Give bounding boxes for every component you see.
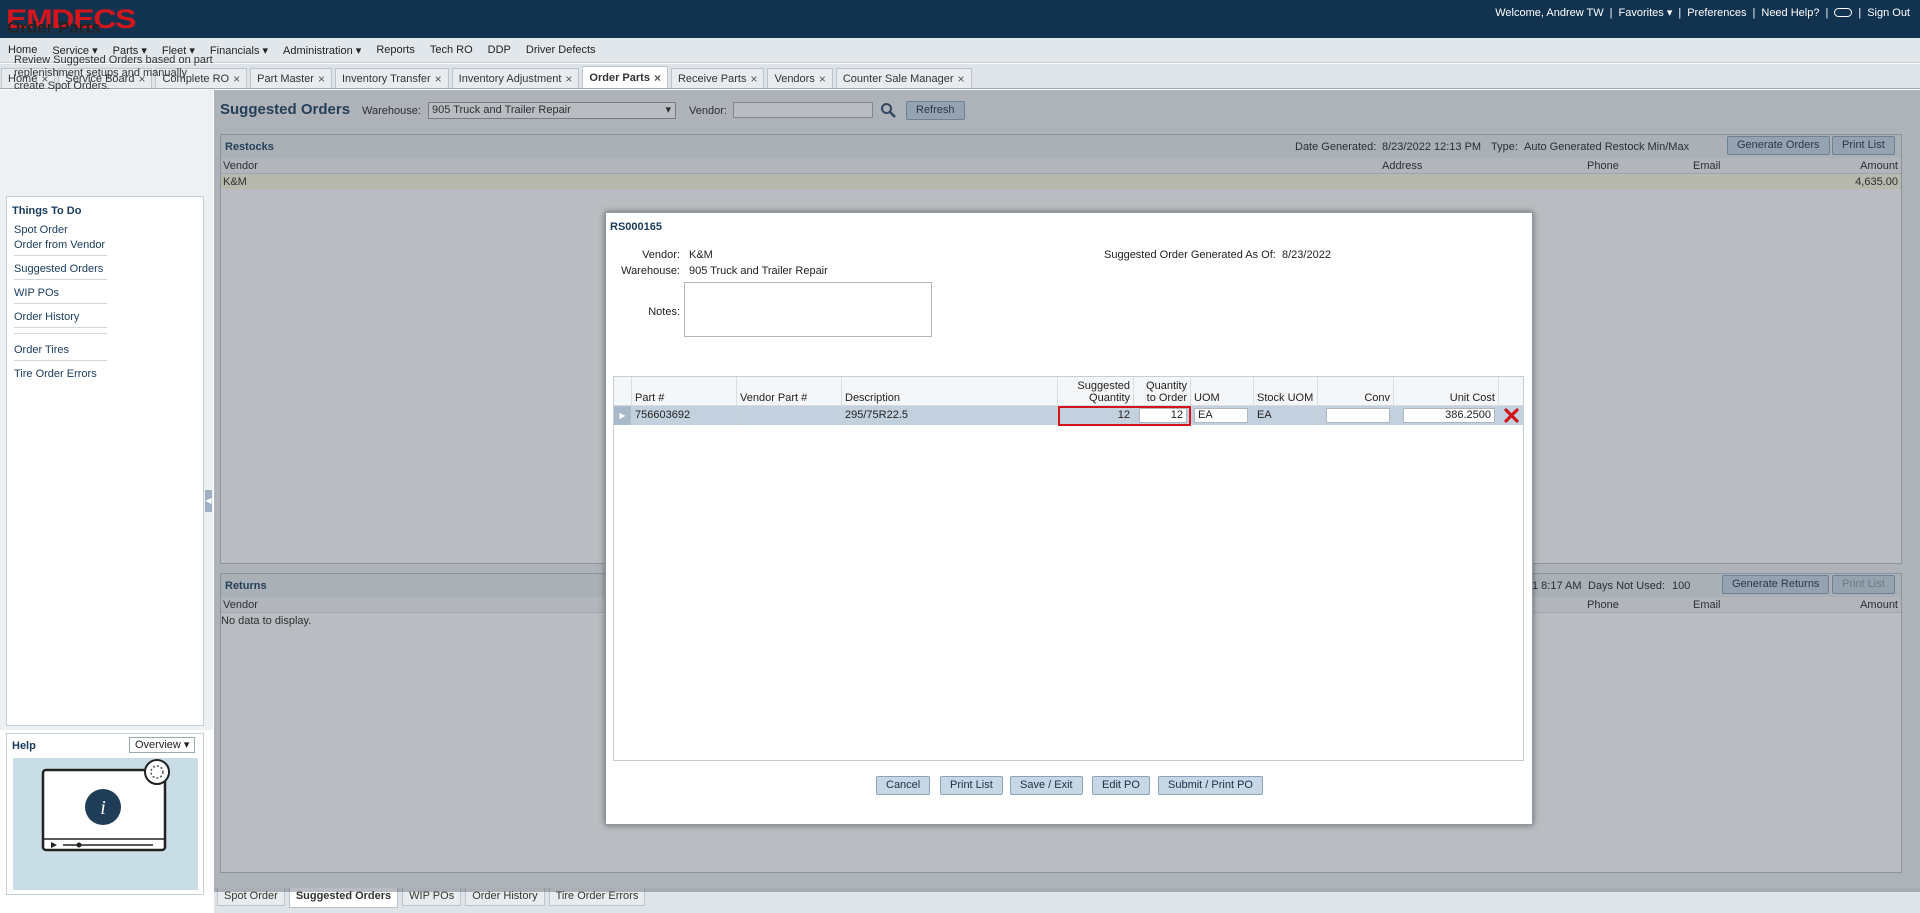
generated-as-of-value: 8/23/2022 — [1282, 249, 1331, 261]
generated-as-of-label: Suggested Order Generated As Of: — [1104, 249, 1276, 261]
menu-reports[interactable]: Reports — [376, 44, 415, 56]
submit-print-po-button[interactable]: Submit / Print PO — [1158, 776, 1263, 795]
col-vendor-part[interactable]: Vendor Part # — [737, 377, 842, 406]
close-icon[interactable]: × — [318, 72, 325, 86]
vendor-value: K&M — [689, 249, 713, 261]
link-wip-pos[interactable]: WIP POs — [14, 287, 59, 299]
link-spot-order[interactable]: Spot Order — [14, 224, 68, 236]
close-icon[interactable]: × — [435, 72, 442, 86]
tab-part-master[interactable]: Part Master × — [250, 68, 332, 88]
uom-input[interactable]: EA — [1194, 408, 1248, 423]
help-video-thumbnail[interactable]: i — [13, 758, 198, 890]
col-description[interactable]: Description — [842, 377, 1058, 406]
warehouse-value: 905 Truck and Trailer Repair — [689, 265, 828, 277]
notes-textarea[interactable] — [684, 282, 932, 337]
link-order-history[interactable]: Order History — [14, 311, 79, 323]
page-description: Review Suggested Orders based on part re… — [14, 54, 213, 92]
col-delete — [1499, 377, 1523, 406]
menu-ddp[interactable]: DDP — [488, 44, 511, 56]
svg-text:i: i — [100, 797, 106, 819]
highlight-box — [1058, 406, 1191, 426]
unit-cost-input[interactable]: 386.2500 — [1403, 408, 1495, 423]
link-order-tires[interactable]: Order Tires — [14, 344, 69, 356]
close-icon[interactable]: × — [233, 72, 240, 86]
col-conv[interactable]: Conv — [1318, 377, 1394, 406]
things-to-do-title: Things To Do — [12, 205, 82, 217]
favorites-menu[interactable]: Favorites ▾ — [1619, 6, 1673, 19]
cancel-button[interactable]: Cancel — [876, 776, 931, 795]
help-panel: Help Overview ▾ i — [6, 733, 204, 895]
divider — [14, 279, 107, 280]
order-lines-grid: Part # Vendor Part # Description Suggest… — [613, 376, 1524, 761]
col-stock-uom[interactable]: Stock UOM — [1254, 377, 1318, 406]
save-exit-button[interactable]: Save / Exit — [1010, 776, 1083, 795]
close-icon[interactable]: × — [654, 71, 661, 85]
col-unit-cost[interactable]: Unit Cost — [1394, 377, 1499, 406]
divider — [14, 360, 107, 361]
edit-po-button[interactable]: Edit PO — [1092, 776, 1150, 795]
need-help-link[interactable]: Need Help? — [1761, 7, 1819, 19]
warehouse-label: Warehouse: — [621, 265, 680, 277]
menu-financials[interactable]: Financials — [210, 44, 268, 57]
row-selector-icon[interactable]: ▶ — [614, 406, 632, 425]
divider — [14, 255, 107, 256]
things-to-do-panel: Things To Do Spot Order Order from Vendo… — [6, 196, 204, 726]
tab-order-parts[interactable]: Order Parts × — [582, 66, 668, 88]
modal-title: RS000165 — [610, 221, 662, 233]
divider — [14, 333, 107, 334]
notes-label: Notes: — [648, 306, 680, 318]
page-title: Order Parts — [7, 18, 101, 37]
link-order-from-vendor[interactable]: Order from Vendor — [14, 239, 105, 251]
video-player-icon: i — [41, 759, 170, 852]
main-menu: Home Service Parts Fleet Financials Admi… — [0, 38, 1920, 63]
chat-icon[interactable] — [1834, 8, 1853, 17]
col-part-number[interactable]: Part # — [632, 377, 737, 406]
cell-description: 295/75R22.5 — [842, 406, 1058, 425]
welcome-text: Welcome, Andrew TW — [1495, 6, 1604, 19]
close-icon[interactable]: × — [750, 72, 757, 86]
close-icon[interactable]: × — [565, 72, 572, 86]
menu-administration[interactable]: Administration — [283, 44, 361, 57]
divider — [14, 327, 107, 328]
tab-receive-parts[interactable]: Receive Parts × — [670, 68, 765, 88]
preferences-link[interactable]: Preferences — [1687, 7, 1746, 19]
help-title: Help — [12, 740, 36, 752]
tab-vendors[interactable]: Vendors × — [767, 68, 833, 88]
col-quantity-to-order[interactable]: Quantity to Order — [1134, 377, 1191, 406]
delete-row-icon[interactable] — [1499, 406, 1523, 425]
collapse-left-panel-icon[interactable]: ◀ — [205, 490, 212, 512]
close-icon[interactable]: × — [958, 72, 965, 86]
sign-out-link[interactable]: Sign Out — [1867, 7, 1910, 19]
tab-inventory-adjustment[interactable]: Inventory Adjustment × — [451, 68, 580, 88]
close-icon[interactable]: × — [819, 72, 826, 86]
tab-counter-sale-manager[interactable]: Counter Sale Manager × — [835, 68, 972, 88]
tab-inventory-transfer[interactable]: Inventory Transfer × — [335, 68, 449, 88]
help-topic-select[interactable]: Overview ▾ — [129, 737, 195, 753]
divider — [14, 303, 107, 304]
vendor-label: Vendor: — [642, 249, 680, 261]
col-selector — [614, 377, 632, 406]
menu-driver-defects[interactable]: Driver Defects — [526, 44, 596, 56]
col-uom[interactable]: UOM — [1191, 377, 1254, 406]
cell-part-number: 756603692 — [632, 406, 737, 425]
tab-bar: Home × Service Board × Complete RO × Part M… — [0, 64, 1920, 89]
col-suggested-quantity[interactable]: Suggested Quantity — [1058, 377, 1134, 406]
link-tire-order-errors[interactable]: Tire Order Errors — [14, 368, 97, 380]
print-list-button[interactable]: Print List — [940, 776, 1003, 795]
cell-vendor-part — [737, 406, 842, 425]
link-suggested-orders[interactable]: Suggested Orders — [14, 263, 103, 275]
top-links: Welcome, Andrew TW | Favorites ▾ | Prefere… — [1495, 6, 1910, 20]
conv-input[interactable] — [1326, 408, 1390, 423]
cell-stock-uom: EA — [1254, 406, 1318, 425]
menu-tech-ro[interactable]: Tech RO — [430, 44, 473, 56]
